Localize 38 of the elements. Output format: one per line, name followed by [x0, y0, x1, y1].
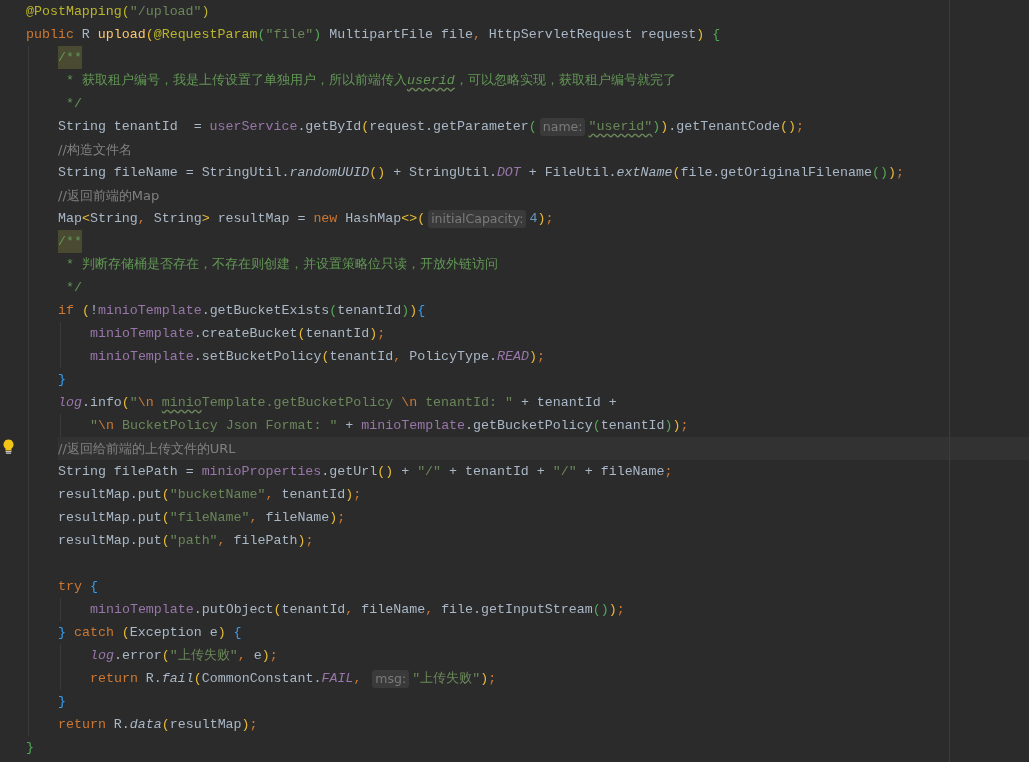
parameter-hint: initialCapacity: — [428, 209, 527, 228]
code-line: /** — [58, 230, 1029, 253]
code-line: //构造文件名 — [58, 141, 133, 159]
code-line: } catch (Exception e) { — [58, 624, 243, 642]
code-line: } — [26, 739, 35, 757]
code-text: "上传失败"); — [412, 670, 497, 688]
code-line: * 获取租户编号，我是上传设置了单独用户，所以前端传入userid，可以忽略实现，获取租户编号就完了 — [64, 72, 677, 90]
code-line: public R upload(@RequestParam("file") MultipartFile file, HttpServletRequest request) { — [26, 26, 722, 44]
code-line: log.info("\n minioTemplate.getBucketPolicy \n tenantId: " + tenantId + — [58, 394, 618, 412]
code-line: log.error("上传失败", e); — [90, 647, 279, 665]
code-line: @PostMapping("/upload") — [26, 3, 211, 21]
code-text: 4); — [529, 210, 554, 228]
code-line: /** — [58, 46, 1029, 69]
code-line: "\n BucketPolicy Json Format: " + minioTemplate.getBucketPolicy(tenantId)); — [90, 417, 690, 435]
parameter-hint: msg: — [372, 669, 410, 688]
code-line: return R.data(resultMap); — [58, 716, 259, 734]
code-text: String tenantId = userService.getById(request.getParameter( — [58, 118, 537, 136]
code-text: "userid")).getTenantCode(); — [588, 118, 804, 136]
code-line: try { — [58, 578, 99, 596]
code-line: minioTemplate.setBucketPolicy(tenantId, PolicyType.READ); — [90, 348, 546, 366]
code-line: * 判断存储桶是否存在，不存在则创建，并设置策略位只读，开放外链访问 — [64, 256, 499, 274]
code-line: minioTemplate.createBucket(tenantId); — [90, 325, 387, 343]
code-line: if (!minioTemplate.getBucketExists(tenantId)){ — [58, 302, 427, 320]
code-text: return R.fail(CommonConstant.FAIL, — [90, 670, 363, 688]
code-line: */ — [64, 95, 83, 113]
code-line: String filePath = minioProperties.getUrl() + "/" + tenantId + "/" + fileName; — [58, 463, 674, 481]
code-line: resultMap.put("path", filePath); — [58, 532, 315, 550]
code-line: minioTemplate.putObject(tenantId, fileName, file.getInputStream()); — [90, 601, 626, 619]
code-line: */ — [64, 279, 83, 297]
code-line: resultMap.put("bucketName", tenantId); — [58, 486, 363, 504]
code-line: resultMap.put("fileName", fileName); — [58, 509, 347, 527]
lightbulb-icon[interactable] — [3, 439, 14, 454]
parameter-hint: name: — [539, 117, 586, 136]
code-line: } — [58, 693, 67, 711]
code-line: String fileName = StringUtil.randomUUID() + StringUtil.DOT + FileUtil.extName(file.getOriginalFilename()); — [58, 164, 905, 182]
code-line: //返回前端的Map — [58, 187, 161, 205]
code-line: } — [58, 371, 67, 389]
code-text: Map<String, String> resultMap = new HashMap<>( — [58, 210, 426, 228]
